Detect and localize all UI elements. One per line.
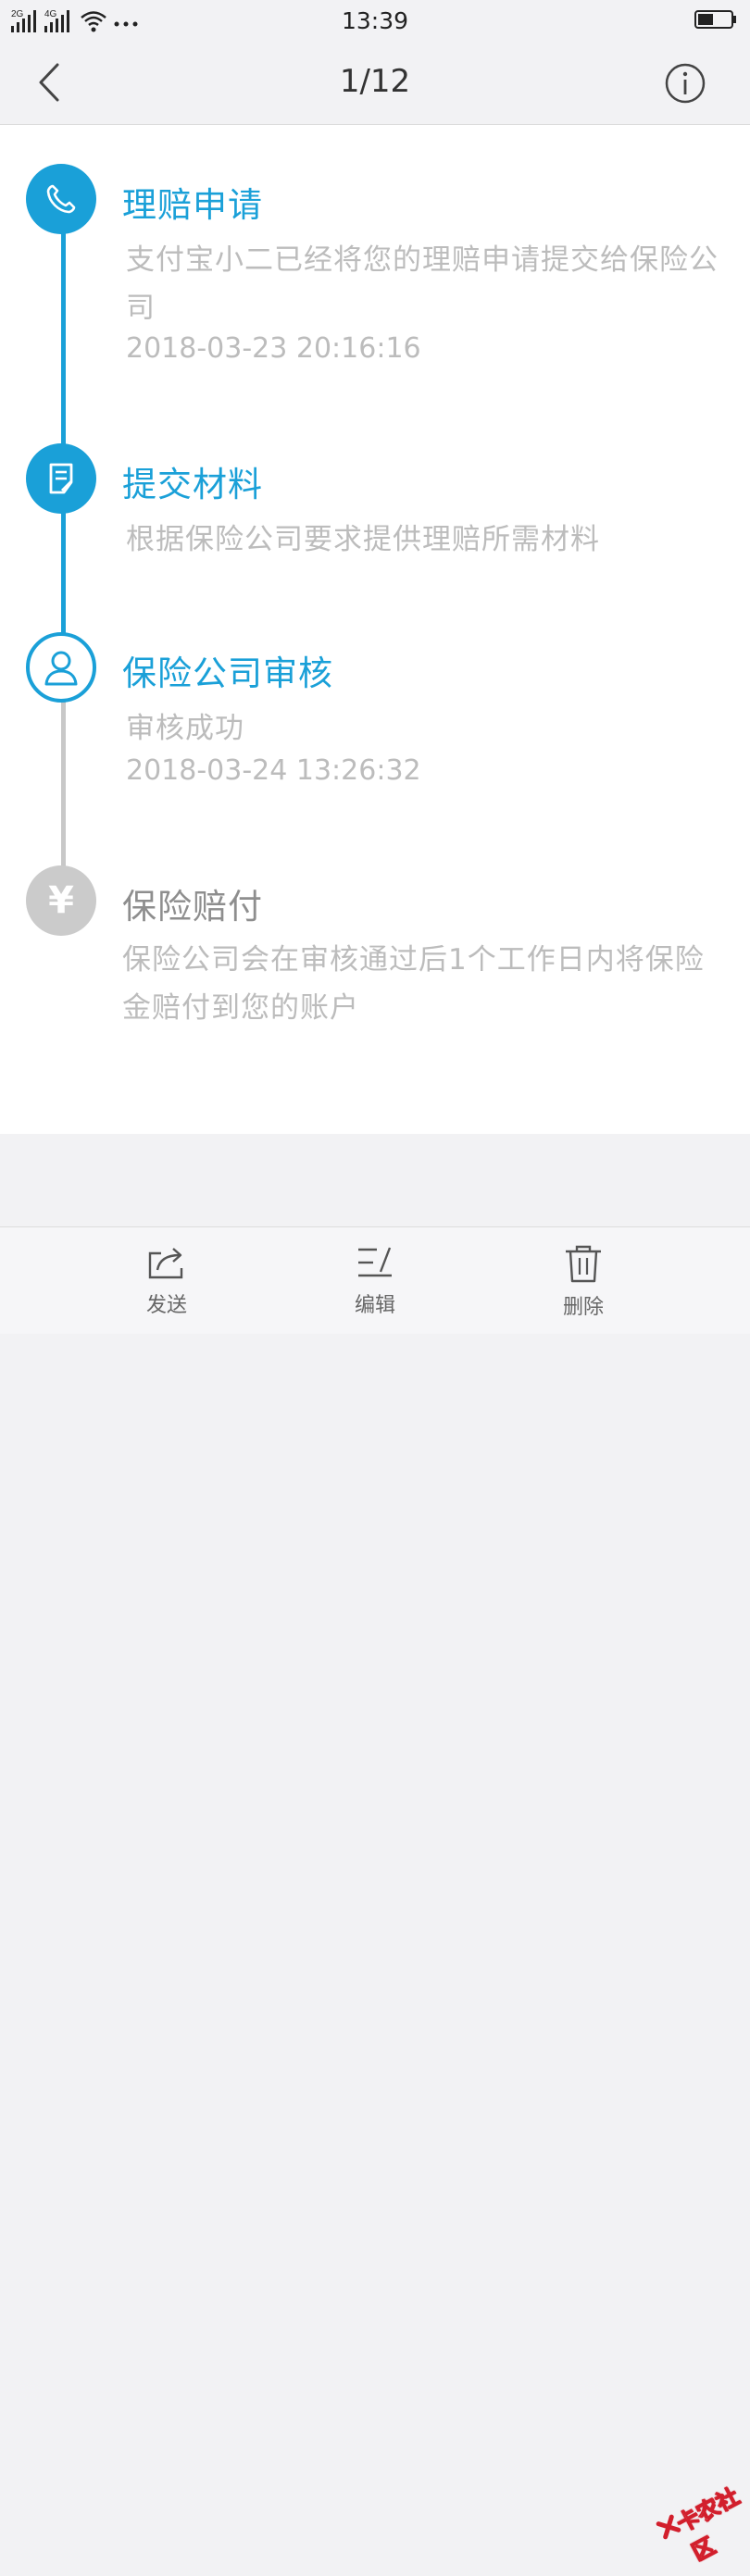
delete-label: 删除 [562, 1296, 604, 1319]
timeline-connector [61, 699, 66, 877]
step-description: 审核成功 [126, 712, 244, 745]
status-time: 13:39 [341, 7, 409, 34]
send-button[interactable]: 发送 [111, 1244, 222, 1327]
document-icon [26, 443, 96, 514]
phone-icon [26, 164, 96, 234]
page-counter: 1/12 [339, 63, 411, 100]
step-description: 保险公司会在审核通过后1个工作日内将保险金赔付到您的账户 [122, 943, 705, 1025]
timeline-connector [61, 512, 66, 641]
person-icon [26, 632, 96, 703]
edit-icon [358, 1247, 392, 1277]
step-timestamp: 2018-03-23 20:16:16 [126, 332, 421, 365]
edit-label: 编辑 [354, 1294, 395, 1317]
nav-bar: 1/12 [0, 41, 750, 125]
share-icon [148, 1248, 183, 1279]
watermark-logo: 卡农社区 [644, 2461, 750, 2567]
watermark-text: 卡农社区 [672, 2483, 744, 2567]
trash-icon [566, 1245, 601, 1283]
yen-icon: ¥ [26, 865, 96, 936]
step-title: 理赔申请 [122, 185, 263, 225]
bottom-toolbar: 发送 编辑 删除 卡农社区 [0, 1226, 750, 2567]
step-title: 保险公司审核 [122, 653, 333, 693]
step-title: 保险赔付 [122, 887, 263, 927]
step-description: 根据保险公司要求提供理赔所需材料 [126, 523, 600, 556]
send-label: 发送 [145, 1294, 187, 1317]
delete-button[interactable]: 删除 [528, 1244, 639, 1327]
status-bar: 2G 4G 13:39 [0, 0, 750, 41]
info-icon[interactable] [665, 63, 706, 104]
step-title: 提交材料 [122, 465, 263, 504]
step-timestamp: 2018-03-24 13:26:32 [126, 754, 421, 787]
edit-button[interactable]: 编辑 [319, 1244, 431, 1327]
claim-timeline: 理赔申请 支付宝小二已经将您的理赔申请提交给保险公司 2018-03-23 20… [0, 125, 750, 1134]
step-description: 支付宝小二已经将您的理赔申请提交给保险公司 [126, 243, 719, 325]
battery-icon [694, 10, 736, 29]
back-icon[interactable] [33, 61, 65, 104]
